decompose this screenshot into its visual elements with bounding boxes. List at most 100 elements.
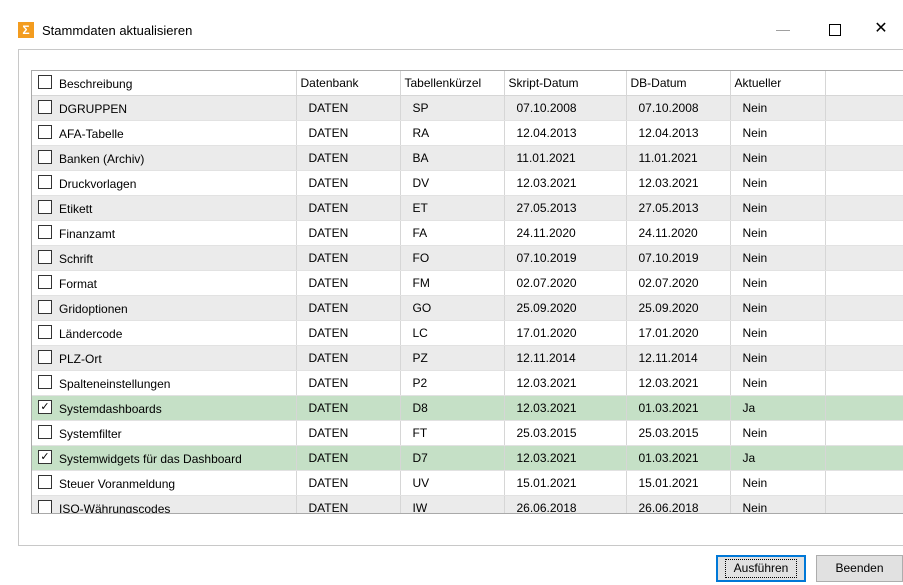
cell-tabellenkuerzel: SP — [400, 95, 505, 121]
column-header-aktueller[interactable]: Aktueller — [730, 71, 826, 96]
cell-aktueller: Ja — [730, 445, 826, 471]
row-checkbox[interactable] — [38, 100, 52, 115]
cell-tabellenkuerzel: LC — [400, 320, 505, 346]
column-header-skript-datum[interactable]: Skript-Datum — [504, 71, 627, 96]
cell-skript-datum: 25.03.2015 — [504, 420, 627, 446]
table-row[interactable]: Banken (Archiv) DATEN BA 11.01.2021 11.01.20… — [32, 145, 903, 171]
table-row[interactable]: Systemfilter DATEN FT 25.03.2015 25.03.2015 N… — [32, 420, 903, 446]
row-checkbox[interactable] — [38, 275, 52, 290]
table-row[interactable]: AFA-Tabelle DATEN RA 12.04.2013 12.04.2013 Ne… — [32, 120, 903, 146]
row-checkbox[interactable] — [38, 325, 52, 340]
table-body: DGRUPPEN DATEN SP 07.10.2008 07.10.2008 Nein A… — [32, 95, 903, 513]
cell-beschreibung: Ländercode — [32, 320, 297, 346]
cell-beschreibung: Format — [32, 270, 297, 296]
end-button[interactable]: Beenden — [816, 555, 903, 582]
cell-tabellenkuerzel: D7 — [400, 445, 505, 471]
row-checkbox[interactable] — [38, 225, 52, 240]
cell-skript-datum: 07.10.2008 — [504, 95, 627, 121]
data-grid[interactable]: Beschreibung Datenbank Tabellenkürzel Sk… — [31, 70, 903, 514]
minimize-icon: — — [776, 21, 790, 37]
maximize-icon — [829, 24, 841, 37]
table-row[interactable]: Schrift DATEN FO 07.10.2019 07.10.2019 Nein — [32, 245, 903, 271]
row-checkbox[interactable]: ✓ — [38, 400, 52, 415]
table-row[interactable]: Steuer Voranmeldung DATEN UV 15.01.2021 15.0… — [32, 470, 903, 496]
cell-db-datum: 02.07.2020 — [626, 270, 731, 296]
cell-db-datum: 25.03.2015 — [626, 420, 731, 446]
cell-aktueller: Nein — [730, 95, 826, 121]
column-header-db-datum[interactable]: DB-Datum — [626, 71, 731, 96]
row-checkbox[interactable] — [38, 200, 52, 215]
table-row[interactable]: DGRUPPEN DATEN SP 07.10.2008 07.10.2008 Nein — [32, 95, 903, 121]
cell-filler — [825, 445, 903, 471]
table-row[interactable]: Format DATEN FM 02.07.2020 02.07.2020 Nein — [32, 270, 903, 296]
row-checkbox[interactable] — [38, 300, 52, 315]
cell-beschreibung: Druckvorlagen — [32, 170, 297, 196]
cell-skript-datum: 11.01.2021 — [504, 145, 627, 171]
cell-skript-datum: 26.06.2018 — [504, 495, 627, 513]
cell-skript-datum: 07.10.2019 — [504, 245, 627, 271]
cell-datenbank: DATEN — [296, 345, 401, 371]
cell-aktueller: Nein — [730, 295, 826, 321]
table-row[interactable]: ✓ Systemdashboards DATEN D8 12.03.2021 01.03.… — [32, 395, 903, 421]
table-row[interactable]: Gridoptionen DATEN GO 25.09.2020 25.09.2020 N… — [32, 295, 903, 321]
table-row[interactable]: ISO-Währungscodes DATEN IW 26.06.2018 26.06.… — [32, 495, 903, 513]
column-header-tabellenkuerzel[interactable]: Tabellenkürzel — [400, 71, 505, 96]
cell-datenbank: DATEN — [296, 145, 401, 171]
cell-aktueller: Nein — [730, 220, 826, 246]
select-all-checkbox[interactable] — [38, 75, 52, 90]
row-checkbox[interactable] — [38, 475, 52, 490]
cell-skript-datum: 17.01.2020 — [504, 320, 627, 346]
cell-datenbank: DATEN — [296, 95, 401, 121]
row-checkbox[interactable]: ✓ — [38, 450, 52, 465]
column-header-beschreibung[interactable]: Beschreibung — [32, 71, 297, 96]
cell-filler — [825, 145, 903, 171]
table-row[interactable]: PLZ-Ort DATEN PZ 12.11.2014 12.11.2014 Nein — [32, 345, 903, 371]
run-button[interactable]: Ausführen — [716, 555, 806, 582]
cell-tabellenkuerzel: UV — [400, 470, 505, 496]
cell-filler — [825, 95, 903, 121]
cell-aktueller: Nein — [730, 345, 826, 371]
cell-skript-datum: 27.05.2013 — [504, 195, 627, 221]
close-icon: ✕ — [874, 20, 888, 37]
cell-filler — [825, 395, 903, 421]
cell-aktueller: Nein — [730, 320, 826, 346]
row-checkbox[interactable] — [38, 125, 52, 140]
table-row[interactable]: ✓ Systemwidgets für das Dashboard DATEN D7 1… — [32, 445, 903, 471]
cell-datenbank: DATEN — [296, 445, 401, 471]
cell-filler — [825, 120, 903, 146]
cell-beschreibung: Finanzamt — [32, 220, 297, 246]
row-checkbox[interactable] — [38, 350, 52, 365]
table-row[interactable]: Etikett DATEN ET 27.05.2013 27.05.2013 Nein — [32, 195, 903, 221]
table-row[interactable]: Spalteneinstellungen DATEN P2 12.03.2021 12.… — [32, 370, 903, 396]
cell-db-datum: 25.09.2020 — [626, 295, 731, 321]
cell-aktueller: Nein — [730, 470, 826, 496]
column-header-datenbank[interactable]: Datenbank — [296, 71, 401, 96]
row-checkbox[interactable] — [38, 250, 52, 265]
cell-skript-datum: 25.09.2020 — [504, 295, 627, 321]
cell-db-datum: 07.10.2019 — [626, 245, 731, 271]
cell-filler — [825, 320, 903, 346]
cell-beschreibung: ✓ Systemdashboards — [32, 395, 297, 421]
cell-skript-datum: 12.03.2021 — [504, 395, 627, 421]
table-row[interactable]: Ländercode DATEN LC 17.01.2020 17.01.2020 Nei… — [32, 320, 903, 346]
cell-beschreibung: DGRUPPEN — [32, 95, 297, 121]
row-checkbox[interactable] — [38, 375, 52, 390]
table-row[interactable]: Finanzamt DATEN FA 24.11.2020 24.11.2020 Nein — [32, 220, 903, 246]
row-checkbox[interactable] — [38, 500, 52, 513]
row-checkbox[interactable] — [38, 150, 52, 165]
cell-beschreibung: PLZ-Ort — [32, 345, 297, 371]
cell-beschreibung: Systemfilter — [32, 420, 297, 446]
cell-beschreibung: Etikett — [32, 195, 297, 221]
cell-aktueller: Nein — [730, 195, 826, 221]
cell-beschreibung: Steuer Voranmeldung — [32, 470, 297, 496]
row-checkbox[interactable] — [38, 425, 52, 440]
table-row[interactable]: Druckvorlagen DATEN DV 12.03.2021 12.03.2021… — [32, 170, 903, 196]
cell-tabellenkuerzel: GO — [400, 295, 505, 321]
cell-filler — [825, 470, 903, 496]
row-checkbox[interactable] — [38, 175, 52, 190]
cell-filler — [825, 220, 903, 246]
cell-tabellenkuerzel: FA — [400, 220, 505, 246]
close-button[interactable]: ✕ — [858, 14, 903, 44]
maximize-button[interactable] — [812, 14, 858, 44]
minimize-button[interactable]: — — [760, 14, 806, 44]
